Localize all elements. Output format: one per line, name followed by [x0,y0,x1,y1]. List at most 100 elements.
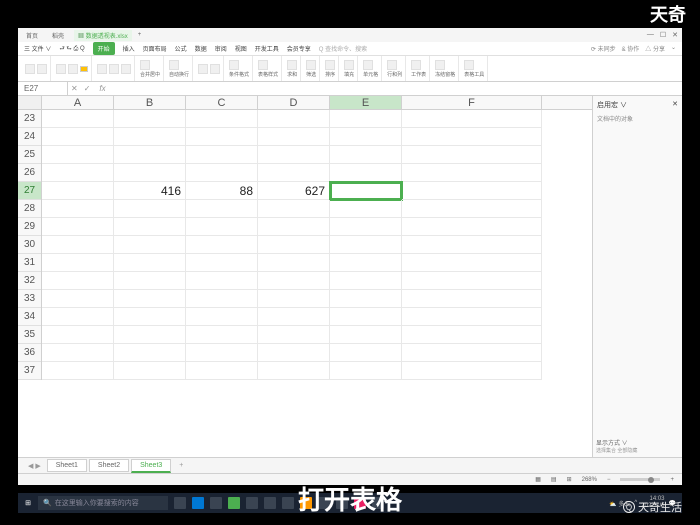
cell-D29[interactable] [258,218,330,236]
cell-C31[interactable] [186,254,258,272]
font-button[interactable] [56,64,66,74]
cell-B25[interactable] [114,146,186,164]
cell-F31[interactable] [402,254,542,272]
cell-B28[interactable] [114,200,186,218]
minimize-button[interactable]: — [647,31,654,39]
cell-E24[interactable] [330,128,402,146]
cell-B33[interactable] [114,290,186,308]
cell-A36[interactable] [42,344,114,362]
more-button[interactable]: ⌄ [671,44,676,53]
ribbon-tab-layout[interactable]: 页面布局 [143,44,167,53]
fill-button[interactable] [344,60,354,70]
cell-A27[interactable] [42,182,114,200]
sheet-tab-1[interactable]: Sheet1 [47,459,87,472]
paste-button[interactable] [25,64,35,74]
select-hide[interactable]: 选择集合 全部隐藏 [596,447,679,454]
cell-D33[interactable] [258,290,330,308]
cell-A29[interactable] [42,218,114,236]
cell-B29[interactable] [114,218,186,236]
cell-F30[interactable] [402,236,542,254]
cell-A34[interactable] [42,308,114,326]
file-menu[interactable]: 三 文件 ∨ [24,44,51,53]
row-header-36[interactable]: 36 [18,344,41,362]
cell-F27[interactable] [402,182,542,200]
ribbon-tab-view[interactable]: 视图 [235,44,247,53]
cell-F25[interactable] [402,146,542,164]
wrap-button[interactable] [169,60,179,70]
cell-B30[interactable] [114,236,186,254]
row-header-29[interactable]: 29 [18,218,41,236]
tab-document[interactable]: ▦ 数据透视表.xlsx [74,30,132,41]
cell-E35[interactable] [330,326,402,344]
col-header-B[interactable]: B [114,96,186,109]
cell-A28[interactable] [42,200,114,218]
row-header-31[interactable]: 31 [18,254,41,272]
sheet-tab-3[interactable]: Sheet3 [131,459,171,473]
cell-E32[interactable] [330,272,402,290]
cell-C28[interactable] [186,200,258,218]
cell-A32[interactable] [42,272,114,290]
ribbon-tab-formula[interactable]: 公式 [175,44,187,53]
share-button[interactable]: △ 分享 [645,44,665,53]
cell-E33[interactable] [330,290,402,308]
cell-E30[interactable] [330,236,402,254]
table-style-button[interactable] [258,60,268,70]
cell-D28[interactable] [258,200,330,218]
tab-home[interactable]: 首页 [22,30,42,41]
cell-D25[interactable] [258,146,330,164]
tab-docer[interactable]: 稻壳 [48,30,68,41]
cell-button[interactable] [363,60,373,70]
cell-B24[interactable] [114,128,186,146]
cell-A31[interactable] [42,254,114,272]
cell-C24[interactable] [186,128,258,146]
cell-F32[interactable] [402,272,542,290]
cell-E27[interactable] [330,182,402,200]
row-header-30[interactable]: 30 [18,236,41,254]
cell-F33[interactable] [402,290,542,308]
spreadsheet-grid[interactable]: ABCDEF 232425262728293031323334353637 41… [18,96,592,457]
merge-button[interactable] [140,60,150,70]
cell-C33[interactable] [186,290,258,308]
row-header-26[interactable]: 26 [18,164,41,182]
row-header-37[interactable]: 37 [18,362,41,380]
fx-label[interactable]: fx [93,84,111,93]
confirm-icon[interactable]: ✓ [81,84,94,93]
cell-E34[interactable] [330,308,402,326]
cell-F28[interactable] [402,200,542,218]
ribbon-tab-member[interactable]: 会员专享 [287,44,311,53]
cell-C27[interactable]: 88 [186,182,258,200]
cell-E28[interactable] [330,200,402,218]
command-search[interactable]: Q 查找命令、搜索 [319,44,367,53]
side-panel-title[interactable]: 启用宏 ∨ [597,100,627,110]
cell-E31[interactable] [330,254,402,272]
cell-A25[interactable] [42,146,114,164]
cell-E37[interactable] [330,362,402,380]
cell-A33[interactable] [42,290,114,308]
col-header-C[interactable]: C [186,96,258,109]
cell-D27[interactable]: 627 [258,182,330,200]
row-header-24[interactable]: 24 [18,128,41,146]
sheet-tab-2[interactable]: Sheet2 [89,459,129,472]
row-header-34[interactable]: 34 [18,308,41,326]
cell-C34[interactable] [186,308,258,326]
row-header-35[interactable]: 35 [18,326,41,344]
cell-C26[interactable] [186,164,258,182]
cell-A24[interactable] [42,128,114,146]
row-header-32[interactable]: 32 [18,272,41,290]
cell-D36[interactable] [258,344,330,362]
col-header-D[interactable]: D [258,96,330,109]
cell-D30[interactable] [258,236,330,254]
cell-B23[interactable] [114,110,186,128]
cell-D26[interactable] [258,164,330,182]
fill-color[interactable] [80,66,88,72]
cell-D32[interactable] [258,272,330,290]
cell-C36[interactable] [186,344,258,362]
align-right-button[interactable] [121,64,131,74]
row-header-28[interactable]: 28 [18,200,41,218]
cell-F29[interactable] [402,218,542,236]
cell-B31[interactable] [114,254,186,272]
cell-B37[interactable] [114,362,186,380]
cell-A30[interactable] [42,236,114,254]
cell-C25[interactable] [186,146,258,164]
cell-F24[interactable] [402,128,542,146]
